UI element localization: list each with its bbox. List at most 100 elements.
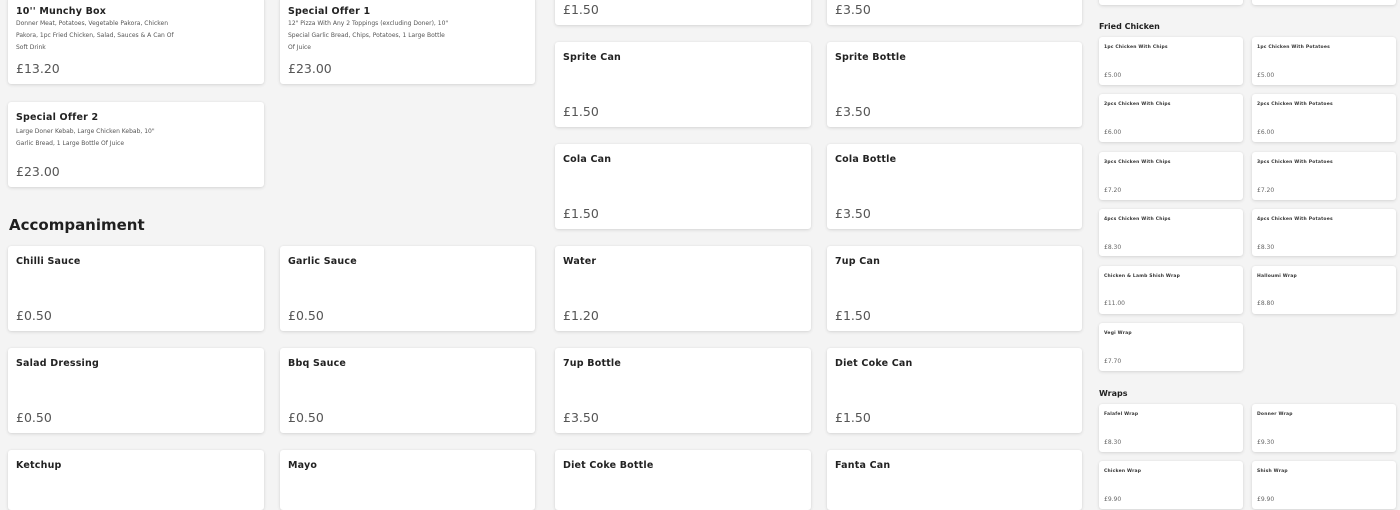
menu-item-price: £7.20 xyxy=(1104,187,1122,194)
menu-item-card[interactable]: Cola Can £1.50 xyxy=(555,144,811,229)
menu-item-name: Salad Dressing xyxy=(16,358,99,369)
menu-item-card[interactable]: 3pcs Chicken With Chips £7.20 xyxy=(1099,152,1243,200)
menu-item-price: £3.50 xyxy=(563,410,599,425)
menu-item-card[interactable]: Chicken Wrap £9.90 xyxy=(1099,461,1243,509)
menu-item-price: £7.70 xyxy=(1104,358,1122,365)
menu-item-name: Cola Bottle xyxy=(835,154,897,165)
menu-item-card[interactable]: 3pcs Chicken With Potatoes £7.20 xyxy=(1252,152,1396,200)
menu-item-description: Large Doner Kebab, Large Chicken Kebab, … xyxy=(16,128,155,147)
menu-item-price: £1.50 xyxy=(835,410,871,425)
menu-item-price: £3.50 xyxy=(835,2,871,17)
menu-item-price: £6.00 xyxy=(1104,129,1122,136)
menu-item-name: Sprite Can xyxy=(563,52,622,63)
menu-item-price: £5.00 xyxy=(1104,72,1122,79)
menu-item-name: 10'' Munchy Box xyxy=(16,6,107,17)
menu-item-card[interactable]: Falafel Wrap £8.30 xyxy=(1099,404,1243,452)
menu-item-card[interactable]: 4pcs Chicken With Chips £8.30 xyxy=(1099,209,1243,256)
menu-item-name: Sprite Bottle xyxy=(835,52,907,63)
menu-item-card[interactable]: Bbq Sauce £0.50 xyxy=(280,348,535,433)
menu-item-price: £5.00 xyxy=(1257,72,1275,79)
menu-item-card[interactable]: Diet Coke Bottle xyxy=(555,450,811,510)
menu-item-card[interactable]: £1.50 xyxy=(555,0,811,25)
menu-item-card[interactable]: Sprite Can £1.50 xyxy=(555,42,811,127)
menu-item-card[interactable]: Shish Wrap £9.90 xyxy=(1252,461,1396,509)
menu-item-price: £9.90 xyxy=(1257,496,1275,503)
menu-item-price: £23.00 xyxy=(288,61,332,76)
menu-item-name: Shish Wrap xyxy=(1257,469,1288,474)
menu-item-name: Chicken & Lamb Shish Wrap xyxy=(1104,274,1181,279)
menu-item-card[interactable]: 1pc Chicken With Potatoes £5.00 xyxy=(1252,37,1396,85)
menu-item-name: Fanta Can xyxy=(835,460,891,471)
menu-item-card[interactable]: 7up Can £1.50 xyxy=(827,246,1082,331)
menu-item-name: Water xyxy=(563,256,597,267)
menu-item-card[interactable]: 2pcs Chicken With Potatoes £6.00 xyxy=(1252,94,1396,142)
menu-item-price: £1.20 xyxy=(563,308,599,323)
menu-item-name: 4pcs Chicken With Potatoes xyxy=(1257,217,1333,222)
menu-item-card[interactable]: Halloumi Wrap £8.80 xyxy=(1252,266,1396,314)
menu-item-description: Donner Meat, Potatoes, Vegetable Pakora,… xyxy=(16,20,174,51)
menu-item-name: Special Offer 1 xyxy=(288,6,371,17)
menu-item-price: £1.50 xyxy=(563,104,599,119)
menu-item-name: 1pc Chicken With Potatoes xyxy=(1257,45,1330,50)
menu-item-name: 3pcs Chicken With Chips xyxy=(1104,160,1171,165)
menu-item-card[interactable]: £3.50 xyxy=(827,0,1082,25)
menu-item-price: £8.30 xyxy=(1104,439,1122,446)
menu-item-name: Garlic Sauce xyxy=(288,256,357,267)
menu-item-description: 12" Pizza With Any 2 Toppings (excluding… xyxy=(288,20,449,51)
menu-item-card[interactable]: Salad Dressing £0.50 xyxy=(8,348,264,433)
menu-item-card[interactable]: 10'' Munchy Box Donner Meat, Potatoes, V… xyxy=(8,0,264,84)
menu-item-card[interactable]: Special Offer 1 12" Pizza With Any 2 Top… xyxy=(280,0,535,84)
menu-item-name: Donner Wrap xyxy=(1257,412,1293,417)
menu-item-name: Diet Coke Can xyxy=(835,358,913,369)
menu-item-card[interactable]: 2pcs Chicken With Chips £6.00 xyxy=(1099,94,1243,142)
section-title-wraps: Wraps xyxy=(1099,389,1128,398)
menu-item-price: £0.50 xyxy=(16,410,52,425)
menu-item-name: 4pcs Chicken With Chips xyxy=(1104,217,1171,222)
menu-item-name: Special Offer 2 xyxy=(16,112,99,123)
menu-item-price: £3.50 xyxy=(835,206,871,221)
menu-item-card[interactable]: Special Offer 2 Large Doner Kebab, Large… xyxy=(8,102,264,187)
menu-item-name: Diet Coke Bottle xyxy=(563,460,654,471)
menu-item-name: Halloumi Wrap xyxy=(1257,274,1297,279)
menu-item-card[interactable]: 7up Bottle £3.50 xyxy=(555,348,811,433)
menu-item-card[interactable]: Vegi Wrap £7.70 xyxy=(1099,323,1243,371)
menu-item-name: 2pcs Chicken With Potatoes xyxy=(1257,102,1333,107)
menu-item-card[interactable]: 1pc Chicken With Chips £5.00 xyxy=(1099,37,1243,85)
menu-item-price: £23.00 xyxy=(16,164,60,179)
menu-item-card[interactable]: Fanta Can xyxy=(827,450,1082,510)
menu-item-name: Ketchup xyxy=(16,460,62,471)
menu-item-price: £3.50 xyxy=(835,104,871,119)
menu-item-name: Chilli Sauce xyxy=(16,256,81,267)
menu-item-name: 1pc Chicken With Chips xyxy=(1104,45,1168,50)
menu-item-price: £9.30 xyxy=(1257,439,1275,446)
menu-item-price: £0.50 xyxy=(16,308,52,323)
menu-item-name: Mayo xyxy=(288,460,318,471)
menu-item-name: Cola Can xyxy=(563,154,612,165)
menu-item-name: 7up Can xyxy=(835,256,881,267)
menu-item-card[interactable]: Mayo xyxy=(280,450,535,510)
menu-item-name: Vegi Wrap xyxy=(1104,331,1132,336)
menu-item-card[interactable]: Water £1.20 xyxy=(555,246,811,331)
section-title-fried-chicken: Fried Chicken xyxy=(1099,22,1160,31)
menu-item-price: £0.50 xyxy=(288,410,324,425)
menu-item-card[interactable]: Donner Wrap £9.30 xyxy=(1252,404,1396,452)
menu-item-price: £13.20 xyxy=(16,61,60,76)
menu-item-price: £1.50 xyxy=(563,206,599,221)
menu-item-card[interactable]: Garlic Sauce £0.50 xyxy=(280,246,535,331)
menu-item-card[interactable] xyxy=(1252,0,1396,5)
menu-item-price: £8.80 xyxy=(1257,300,1275,307)
menu-item-card[interactable] xyxy=(1099,0,1243,5)
menu-item-price: £1.50 xyxy=(835,308,871,323)
menu-item-card[interactable]: Chilli Sauce £0.50 xyxy=(8,246,264,331)
menu-item-card[interactable]: Sprite Bottle £3.50 xyxy=(827,42,1082,127)
menu-item-card[interactable]: Ketchup xyxy=(8,450,264,510)
menu-item-price: £9.90 xyxy=(1104,496,1122,503)
menu-item-card[interactable]: Chicken & Lamb Shish Wrap £11.00 xyxy=(1099,266,1243,314)
menu-item-price: £11.00 xyxy=(1104,300,1125,307)
menu-item-price: £7.20 xyxy=(1257,187,1275,194)
menu-item-card[interactable]: Diet Coke Can £1.50 xyxy=(827,348,1082,433)
menu-item-name: Falafel Wrap xyxy=(1104,412,1139,417)
menu-item-name: Chicken Wrap xyxy=(1104,469,1142,474)
menu-item-card[interactable]: 4pcs Chicken With Potatoes £8.30 xyxy=(1252,209,1396,256)
menu-item-card[interactable]: Cola Bottle £3.50 xyxy=(827,144,1082,229)
